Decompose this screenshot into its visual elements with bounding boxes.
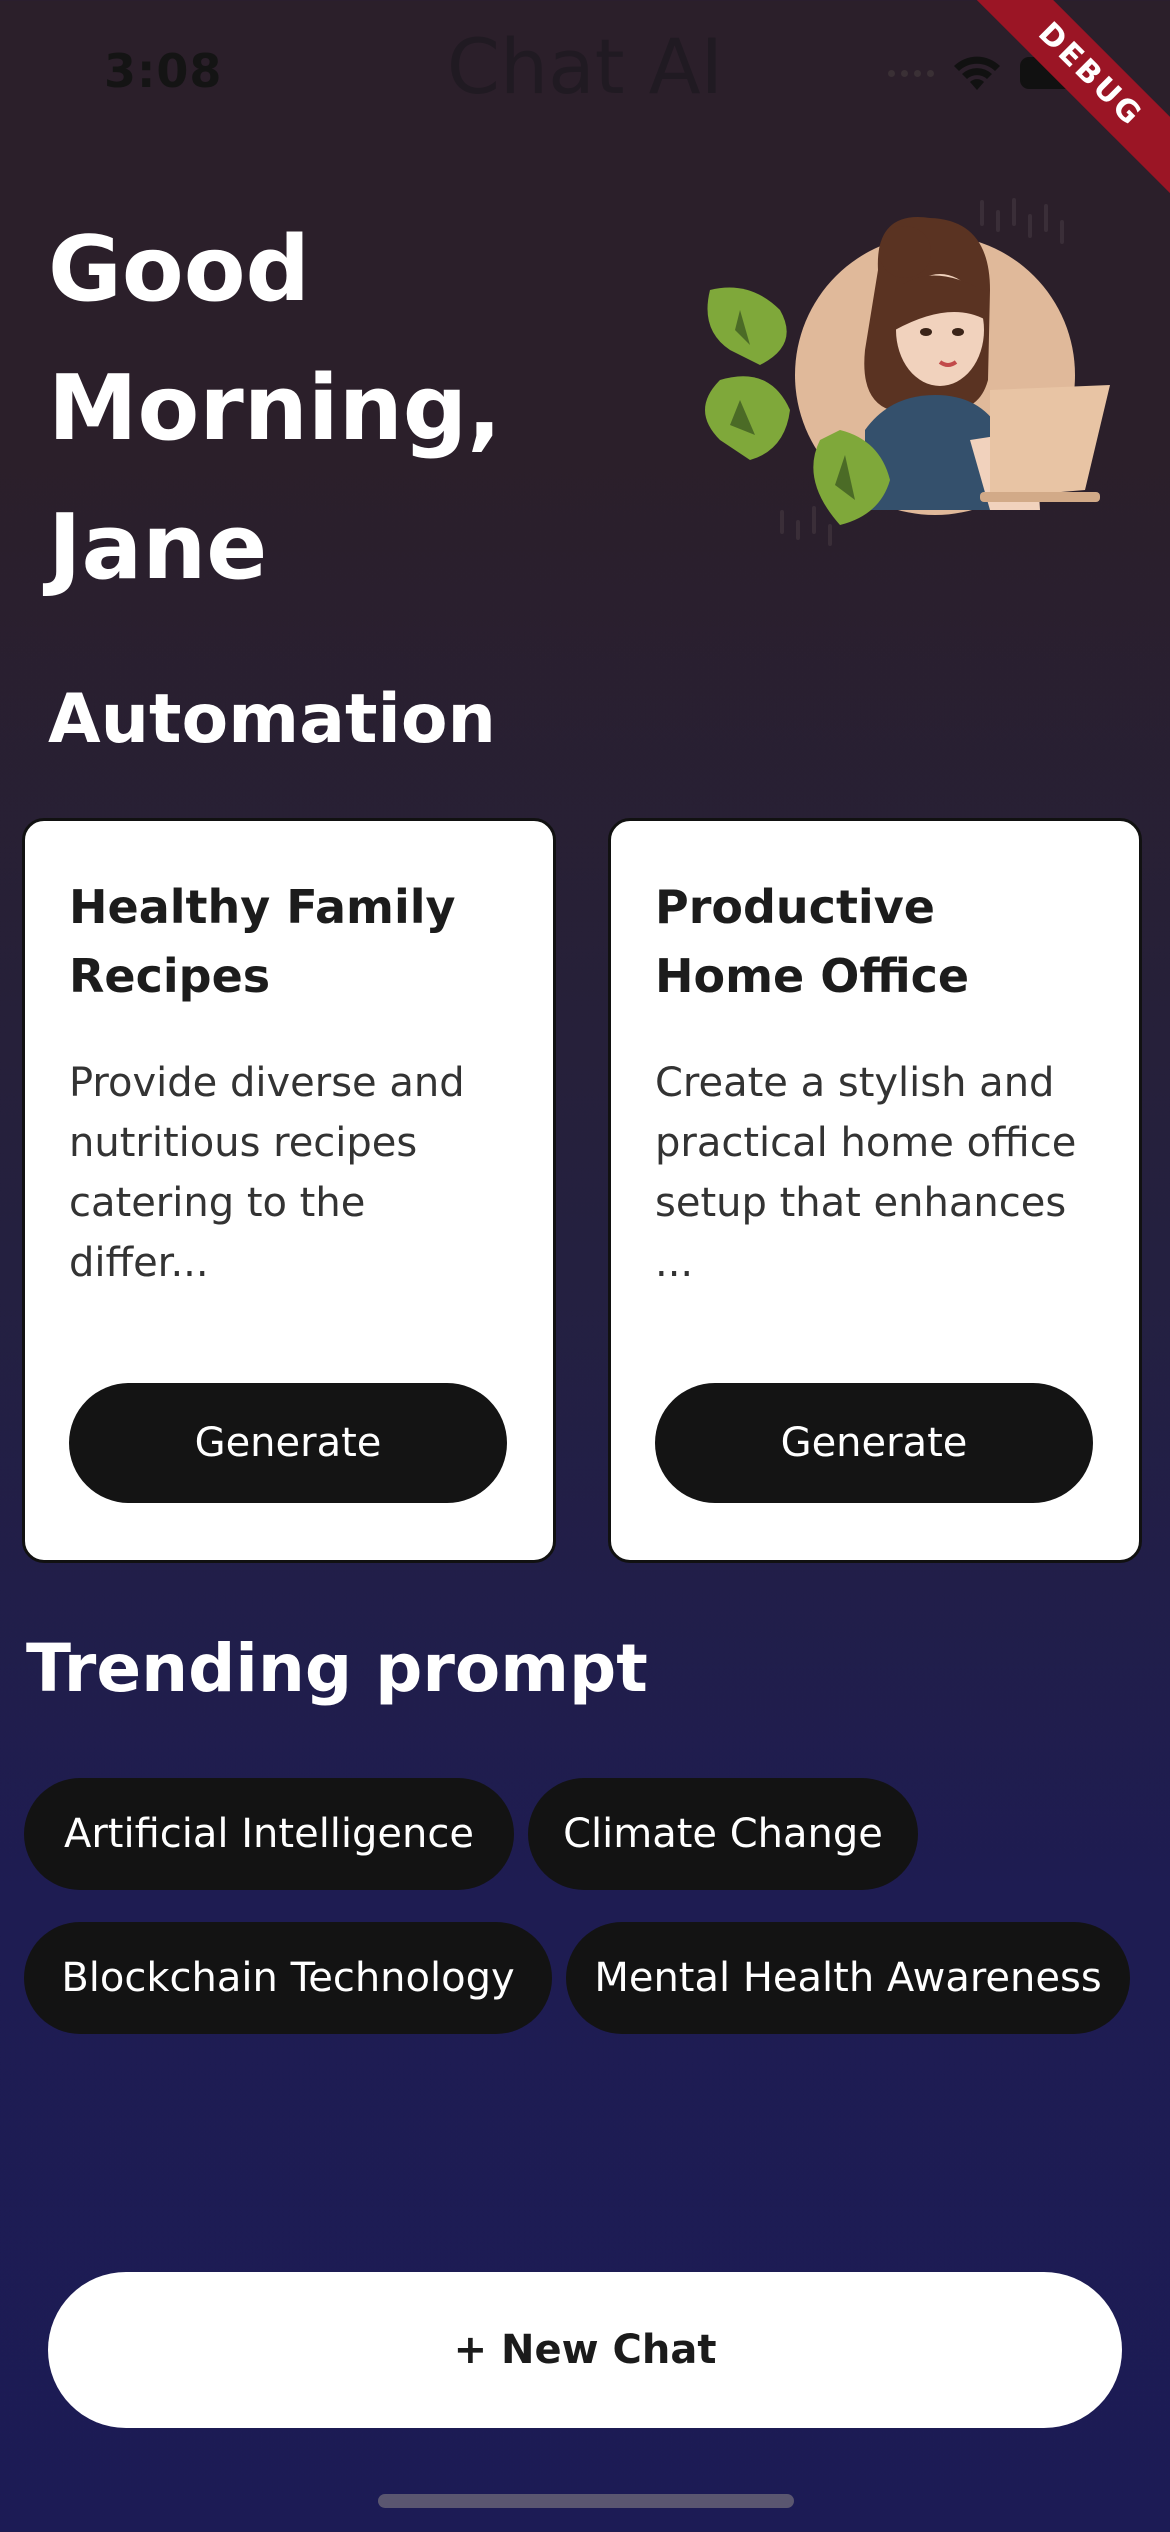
automation-card[interactable]: Productive Home Office Create a stylish …	[608, 818, 1142, 1563]
automation-heading: Automation	[48, 680, 496, 759]
greeting-user-name: Jane	[48, 495, 268, 600]
trending-chip[interactable]: Climate Change	[528, 1778, 918, 1890]
card-description: Provide diverse and nutritious recipes c…	[69, 1060, 465, 1286]
card-title: Productive Home Office	[655, 880, 970, 1003]
greeting: Good Morning, Jane	[48, 200, 501, 617]
generate-button[interactable]: Generate	[69, 1383, 507, 1503]
trending-heading: Trending prompt	[26, 1630, 648, 1707]
automation-card[interactable]: Healthy Family Recipes Provide diverse a…	[22, 818, 556, 1563]
new-chat-button[interactable]: + New Chat	[48, 2272, 1122, 2428]
generate-button[interactable]: Generate	[655, 1383, 1093, 1503]
card-title: Healthy Family Recipes	[69, 880, 456, 1003]
trending-chip[interactable]: Blockchain Technology	[24, 1922, 552, 2034]
cellular-signal-icon	[888, 69, 934, 77]
home-indicator[interactable]	[378, 2494, 794, 2508]
greeting-line: Good	[48, 217, 310, 322]
wifi-icon	[954, 56, 1000, 90]
trending-chip[interactable]: Mental Health Awareness	[566, 1922, 1130, 2034]
greeting-line: Morning,	[48, 356, 502, 461]
card-description: Create a stylish and practical home offi…	[655, 1060, 1077, 1286]
trending-chip[interactable]: Artificial Intelligence	[24, 1778, 514, 1890]
woman-working-on-laptop-illustration	[705, 198, 1110, 546]
